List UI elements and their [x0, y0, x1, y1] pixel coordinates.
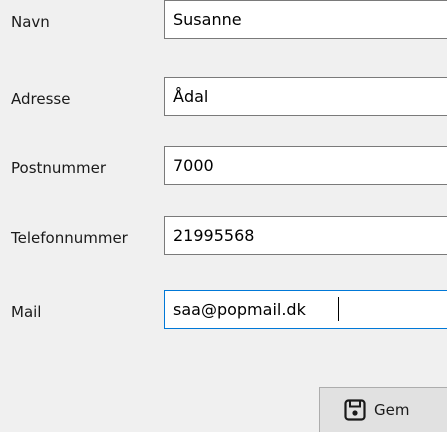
form-row-adresse: Adresse	[0, 77, 447, 121]
adresse-label: Adresse	[11, 90, 71, 108]
form-row-telefonnummer: Telefonnummer	[0, 216, 447, 260]
save-button[interactable]: Gem	[319, 387, 447, 432]
form-row-postnummer: Postnummer	[0, 146, 447, 190]
form-row-navn: Navn	[0, 0, 447, 44]
telefonnummer-input[interactable]	[164, 216, 447, 255]
form-row-mail: Mail	[0, 290, 447, 334]
telefonnummer-label: Telefonnummer	[11, 229, 128, 247]
postnummer-input[interactable]	[164, 146, 447, 185]
navn-input[interactable]	[164, 0, 447, 39]
adresse-input[interactable]	[164, 77, 447, 116]
mail-label: Mail	[11, 303, 42, 321]
save-button-label: Gem	[374, 401, 410, 419]
navn-label: Navn	[11, 13, 50, 31]
mail-input[interactable]	[164, 290, 447, 329]
floppy-disk-icon	[344, 399, 366, 421]
postnummer-label: Postnummer	[11, 159, 107, 177]
text-caret	[338, 297, 339, 321]
